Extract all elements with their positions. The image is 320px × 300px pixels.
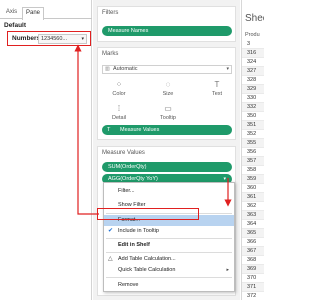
color-button[interactable]: ⁘ Color (104, 79, 134, 101)
numbers-format-dropdown[interactable]: 1234560... ▾ (38, 34, 87, 44)
table-row: 324 (242, 58, 264, 67)
detail-button[interactable]: ⁞ Detail (104, 103, 134, 125)
table-row: 357 (242, 157, 264, 166)
table-row: 356 (242, 148, 264, 157)
color-button-label: Color (112, 91, 126, 97)
chevron-down-icon: ▾ (81, 36, 84, 42)
tooltip-button[interactable]: ▭ Tooltip (153, 103, 183, 125)
worksheet-view: Shee Produ 33163243273283293303323503513… (241, 0, 264, 300)
mark-type-icon: ▥ (105, 66, 110, 72)
tooltip-button-label: Tooltip (160, 115, 176, 121)
table-row: 366 (242, 238, 264, 247)
table-row: 370 (242, 274, 264, 283)
marks-pill-measure-values[interactable]: T Measure Values (102, 125, 232, 135)
text-mark-icon: T (107, 127, 111, 133)
text-icon: T (214, 80, 220, 89)
format-pane: Axis Pane Default Numbers: 1234560... ▾ (0, 0, 92, 300)
table-row: 367 (242, 247, 264, 256)
size-button-label: Size (162, 91, 174, 97)
chevron-right-icon: ▸ (226, 267, 229, 273)
column-header: Produ (245, 32, 260, 38)
filters-card: Filters Measure Names (97, 6, 236, 42)
sheet-title: Shee (245, 13, 264, 24)
table-row: 327 (242, 67, 264, 76)
menu-item-include-in-tooltip[interactable]: ✔ Include in Tooltip (104, 226, 234, 237)
table-row: 365 (242, 229, 264, 238)
marks-card: Marks ▥ Automatic ▾ ⁘ Color ◌ Size T Tex… (97, 47, 236, 140)
size-button[interactable]: ◌ Size (153, 79, 183, 101)
mark-type-value: Automatic (113, 66, 138, 72)
table-row: 329 (242, 85, 264, 94)
table-row: 352 (242, 130, 264, 139)
mark-type-dropdown[interactable]: ▥ Automatic ▾ (102, 65, 232, 74)
table-row: 355 (242, 139, 264, 148)
table-row: 359 (242, 175, 264, 184)
table-row: 328 (242, 76, 264, 85)
table-row: 364 (242, 220, 264, 229)
table-row: 316 (242, 49, 264, 58)
table-row: 361 (242, 193, 264, 202)
format-highlight-box (97, 208, 199, 220)
menu-item-edit-in-shelf[interactable]: Edit in Shelf (104, 240, 234, 251)
menu-item-quick-table-calculation[interactable]: Quick Table Calculation ▸ (104, 265, 234, 276)
marks-pill-label: Measure Values (120, 127, 160, 133)
table-row: 363 (242, 211, 264, 220)
table-row: 350 (242, 112, 264, 121)
tooltip-icon: ▭ (164, 104, 172, 113)
menu-divider (106, 277, 232, 278)
menu-item-label: Add Table Calculation... (118, 256, 176, 262)
tab-pane[interactable]: Pane (22, 7, 44, 20)
table-row: 368 (242, 256, 264, 265)
marks-title: Marks (102, 51, 119, 57)
filters-title: Filters (102, 10, 119, 16)
table-row: 362 (242, 202, 264, 211)
menu-divider (106, 238, 232, 239)
menu-item-label: Quick Table Calculation (118, 267, 176, 273)
table-row: 372 (242, 292, 264, 300)
table-row: 360 (242, 184, 264, 193)
table-calc-icon: △ (108, 256, 113, 262)
detail-button-label: Detail (111, 115, 127, 121)
size-icon: ◌ (165, 80, 171, 89)
filter-pill-measure-names[interactable]: Measure Names (102, 26, 232, 36)
measure-pill-sum-orderqty[interactable]: SUM(OrderQty) (102, 162, 232, 172)
menu-item-label: Include in Tooltip (118, 228, 159, 234)
chevron-down-icon: ▾ (226, 66, 229, 72)
table-row: 358 (242, 166, 264, 175)
menu-item-remove[interactable]: Remove (104, 280, 234, 291)
format-tabs: Axis Pane (0, 7, 92, 20)
text-button-label: Text (211, 91, 223, 97)
table-row: 369 (242, 265, 264, 274)
text-button[interactable]: T Text (202, 79, 232, 101)
table-row: 330 (242, 94, 264, 103)
table-row: 3 (242, 40, 264, 49)
numbers-format-value: 1234560... (41, 36, 67, 42)
menu-item-add-table-calculation[interactable]: △ Add Table Calculation... (104, 254, 234, 265)
check-icon: ✔ (108, 228, 114, 234)
table-row: 371 (242, 283, 264, 292)
detail-icon: ⁞ (117, 104, 121, 113)
tab-axis[interactable]: Axis (2, 7, 21, 19)
table-row: 332 (242, 103, 264, 112)
measure-values-title: Measure Values (102, 150, 145, 156)
menu-divider (106, 252, 232, 253)
color-icon: ⁘ (115, 80, 123, 89)
pill-context-menu: Filter... Show Filter Format... ✔ Includ… (103, 182, 235, 292)
table-row: 351 (242, 121, 264, 130)
menu-item-filter[interactable]: Filter... (104, 186, 234, 197)
section-title-default: Default (4, 22, 27, 29)
